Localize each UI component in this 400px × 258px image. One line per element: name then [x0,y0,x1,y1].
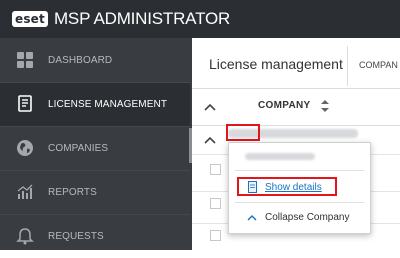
sort-icon[interactable] [320,99,330,113]
sidebar-item-companies[interactable]: COMPANIES [0,127,190,170]
brand[interactable]: eset MSP ADMINISTRATOR [12,9,230,29]
sidebar-item-label: REPORTS [48,187,97,198]
chevron-up-icon[interactable] [204,135,216,145]
chevron-up-icon [247,215,257,221]
context-menu: Show details Collapse Company [228,142,371,234]
app-title: MSP ADMINISTRATOR [53,9,231,28]
tab-companies[interactable]: COMPAN [359,60,398,70]
chevron-up-icon[interactable] [204,102,216,112]
sidebar-item-label: COMPANIES [48,143,109,154]
sidebar-item-requests[interactable]: REQUESTS [0,215,190,258]
divider [235,170,364,171]
row-checkbox[interactable] [210,164,221,175]
column-header-company[interactable]: COMPANY [258,100,310,111]
sidebar-item-dashboard[interactable]: DASHBOARD [0,39,190,82]
sidebar: DASHBOARD LICENSE MANAGEMENT COMPANIES R… [0,38,192,250]
sidebar-item-reports[interactable]: REPORTS [0,171,190,214]
row-checkbox[interactable] [210,230,221,241]
divider [347,46,348,86]
sidebar-item-label: REQUESTS [48,231,104,242]
divider [235,202,364,203]
sidebar-item-label: LICENSE MANAGEMENT [48,99,168,110]
highlight-box [237,177,337,196]
top-bar: eset MSP ADMINISTRATOR [0,0,400,38]
requests-icon [16,228,34,245]
reports-icon [17,184,33,199]
collapse-company-item[interactable]: Collapse Company [265,212,350,223]
eset-logo: eset [12,11,48,27]
table-header: COMPANY [192,89,400,126]
row-checkbox[interactable] [210,198,221,209]
sidebar-item-label: DASHBOARD [48,55,113,66]
menu-text-redacted [245,153,315,160]
highlight-box [226,124,260,141]
page-title: License management [209,56,343,72]
sidebar-item-license-management[interactable]: LICENSE MANAGEMENT [0,83,190,126]
license-icon [18,95,32,112]
dashboard-icon [17,52,33,68]
globe-icon [17,140,33,156]
